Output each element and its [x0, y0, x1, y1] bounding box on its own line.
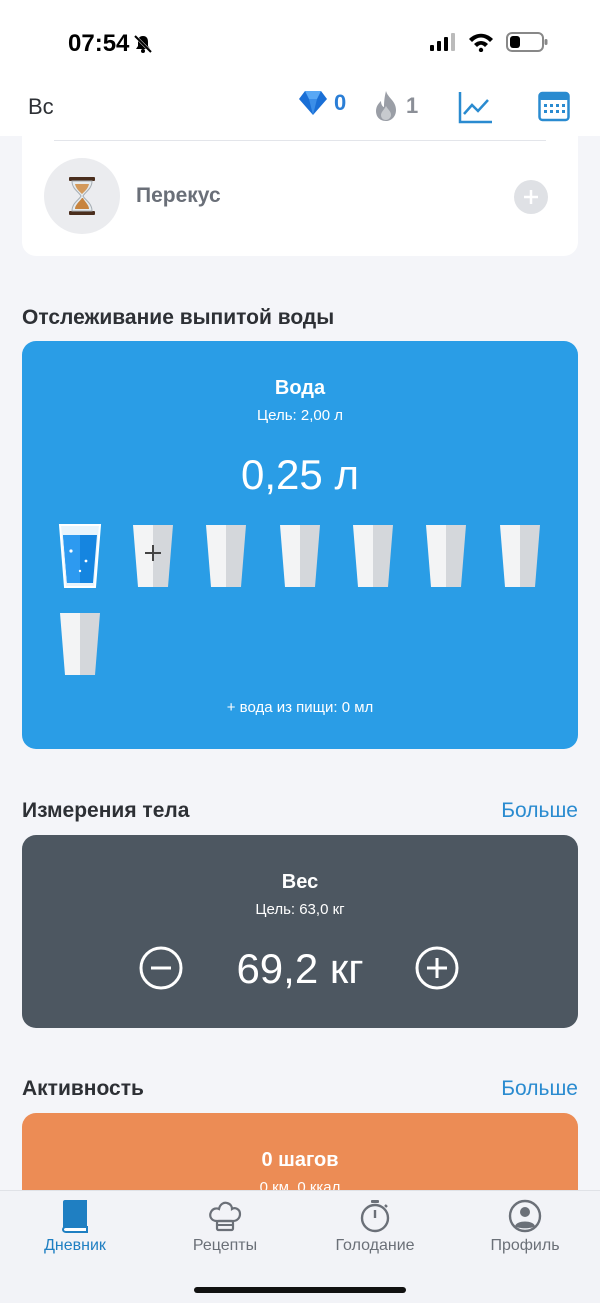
streak-count: 1	[406, 93, 419, 118]
cellular-signal-icon	[430, 33, 455, 51]
divider	[54, 140, 546, 141]
diamond-icon	[299, 91, 327, 115]
activity-section-title: Активность	[22, 1077, 144, 1100]
chef-hat-icon	[209, 1201, 242, 1232]
add-snack-button[interactable]	[514, 180, 548, 214]
glass-filled[interactable]	[58, 523, 102, 589]
water-title: Вода	[274, 377, 326, 399]
app-header: Вс 0 1	[0, 88, 600, 136]
weight-card: Вес Цель: 63,0 кг 69,2 кг	[22, 835, 578, 1028]
weight-decrease-button[interactable]	[138, 945, 184, 991]
clock-text: 07:54	[68, 30, 130, 57]
meal-avatar	[44, 158, 120, 234]
status-icons	[430, 32, 548, 52]
battery-icon	[506, 32, 548, 52]
chart-icon[interactable]	[458, 90, 494, 124]
body-more-link[interactable]: Больше	[501, 799, 578, 823]
meal-name: Перекус	[136, 184, 221, 207]
weight-increase-button[interactable]	[414, 945, 460, 991]
weight-goal: Цель: 63,0 кг	[255, 901, 345, 918]
book-icon	[61, 1200, 88, 1233]
stopwatch-icon	[360, 1200, 390, 1233]
food-water-text: + вода из пищи: 0 мл	[226, 699, 374, 716]
weight-title: Вес	[281, 871, 319, 893]
profile-icon	[508, 1199, 542, 1233]
hourglass-icon	[69, 177, 95, 215]
glass-empty[interactable]	[204, 523, 248, 589]
bottom-navigation: Дневник Рецепты Голодание Профиль	[0, 1190, 600, 1303]
flame-icon	[376, 91, 396, 121]
glass-empty[interactable]	[58, 611, 102, 677]
glass-empty[interactable]	[278, 523, 322, 589]
meal-card-snack[interactable]: Перекус	[22, 136, 578, 256]
glass-add[interactable]	[131, 523, 175, 589]
wifi-icon	[469, 33, 493, 52]
activity-more-link[interactable]: Больше	[501, 1077, 578, 1101]
nav-diary[interactable]: Дневник	[10, 1199, 140, 1255]
status-bar: 07:54	[0, 0, 600, 88]
body-section-title: Измерения тела	[22, 799, 190, 822]
activity-steps: 0 шагов	[261, 1149, 339, 1171]
glass-empty[interactable]	[424, 523, 468, 589]
water-section-title: Отслеживание выпитой воды	[22, 306, 335, 329]
nav-label: Рецепты	[192, 1237, 258, 1254]
bell-muted-icon	[134, 34, 153, 54]
water-value: 0,25 л	[241, 451, 359, 498]
plus-icon	[524, 190, 538, 204]
streak-counter[interactable]: 1	[372, 90, 418, 122]
nav-profile[interactable]: Профиль	[460, 1199, 590, 1255]
nav-recipes[interactable]: Рецепты	[160, 1199, 290, 1255]
water-goal: Цель: 2,00 л	[257, 407, 343, 424]
status-time: 07:54	[68, 30, 153, 58]
nav-label: Голодание	[335, 1237, 415, 1254]
home-indicator[interactable]	[194, 1287, 406, 1293]
glass-empty[interactable]	[351, 523, 395, 589]
calendar-icon[interactable]	[538, 90, 570, 122]
gems-count: 0	[334, 90, 347, 115]
gems-counter[interactable]: 0	[298, 90, 346, 116]
nav-fasting[interactable]: Голодание	[310, 1199, 440, 1255]
day-selector[interactable]: Вс	[28, 94, 54, 120]
weight-value: 69,2 кг	[236, 945, 364, 992]
nav-label: Дневник	[44, 1237, 106, 1254]
glass-empty[interactable]	[498, 523, 542, 589]
water-card: Вода Цель: 2,00 л 0,25 л + вода из пищи:…	[22, 341, 578, 749]
nav-label: Профиль	[490, 1237, 560, 1254]
